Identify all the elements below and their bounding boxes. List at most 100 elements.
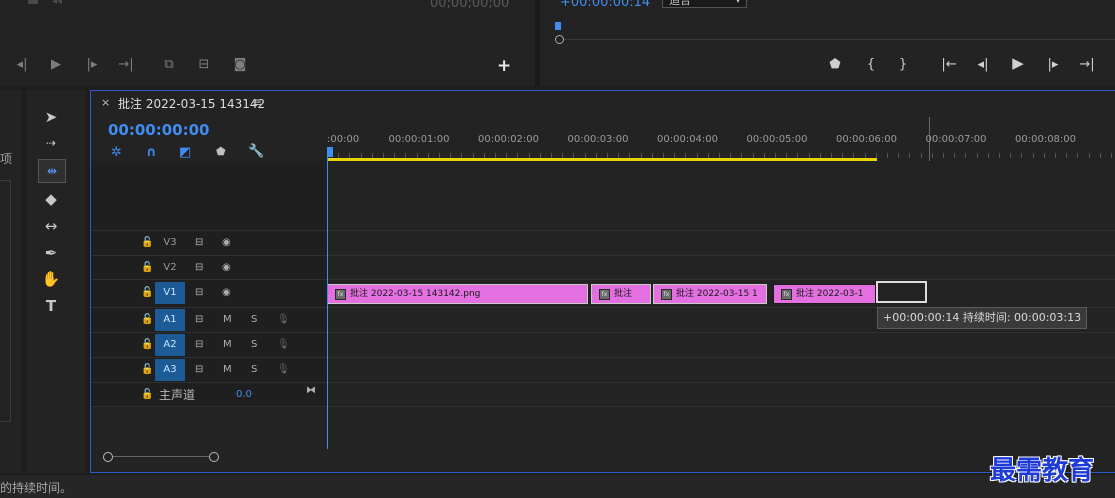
program-playhead-icon[interactable] <box>555 22 561 30</box>
close-icon[interactable]: × <box>101 96 110 109</box>
lock-icon[interactable]: 🔓 <box>141 383 153 407</box>
watermark-logo: 最需教育 <box>990 456 1095 486</box>
slip-tool-icon[interactable]: ↔ <box>38 215 64 237</box>
source-jog-icon[interactable]: ◂◂ <box>52 0 62 7</box>
export-frame-icon[interactable]: ◙ <box>229 58 251 72</box>
play-icon[interactable]: ▶ <box>1007 56 1029 71</box>
track-label-a3[interactable]: A3 <box>155 359 185 381</box>
fit-dropdown-value: 适合 <box>669 0 691 7</box>
track-label-v2[interactable]: V2 <box>155 257 185 279</box>
sync-lock-icon[interactable]: ⊟ <box>195 231 203 255</box>
track-row-v1: 🔓 V1 ⊟ ◉ fx 批注 2022-03-15 143142.png fx … <box>91 279 1115 306</box>
linked-selection-icon[interactable]: ◩ <box>179 145 191 160</box>
track-label-v1[interactable]: V1 <box>155 282 185 304</box>
add-marker-icon[interactable]: ⬟ <box>216 145 226 158</box>
clip[interactable]: fx 批注 2022-03-1 <box>773 284 876 304</box>
track-label-v3[interactable]: V3 <box>155 232 185 254</box>
mute-button[interactable]: M <box>223 308 232 332</box>
pen-tool-icon[interactable]: ✒ <box>38 242 64 264</box>
clip[interactable]: fx 批注 2022-03-15 143142.png <box>327 284 588 304</box>
fit-dropdown[interactable]: 适合 ▾ <box>662 0 747 8</box>
lock-icon[interactable]: 🔓 <box>141 231 153 255</box>
type-tool-icon[interactable]: T <box>38 295 64 317</box>
marker-icon[interactable]: ⬟ <box>824 58 846 72</box>
solo-button[interactable]: S <box>251 358 257 382</box>
track-select-tool-icon[interactable]: ⇢ <box>38 132 64 154</box>
mark-out-icon[interactable]: } <box>892 58 914 72</box>
zoom-scrollbar[interactable] <box>113 456 209 457</box>
selection-tool-icon[interactable]: ➤ <box>38 106 64 128</box>
go-to-in-icon[interactable]: |← <box>938 58 960 72</box>
mute-button[interactable]: M <box>223 333 232 357</box>
lock-icon[interactable]: 🔓 <box>141 333 153 357</box>
mark-in-icon[interactable]: ◂| <box>11 58 33 72</box>
mute-button[interactable]: M <box>223 358 232 382</box>
eye-icon[interactable]: ◉ <box>222 256 231 280</box>
step-back-icon[interactable]: ◂| <box>972 58 994 72</box>
go-to-end-icon[interactable]: ⧓ <box>306 379 316 403</box>
lock-icon[interactable]: 🔓 <box>141 281 153 305</box>
source-settings-icon[interactable] <box>28 0 38 4</box>
microphone-icon[interactable]: 🎙 <box>277 333 290 357</box>
panel-menu-icon[interactable]: ≡ <box>252 95 262 109</box>
mark-out-icon[interactable]: |▸ <box>81 58 103 72</box>
master-volume-value[interactable]: 0.0 <box>236 383 252 407</box>
microphone-icon[interactable]: 🎙 <box>277 308 290 332</box>
track-label-a1[interactable]: A1 <box>155 309 185 331</box>
zoom-handle-right[interactable] <box>209 452 219 462</box>
program-timecode[interactable]: +00:00:00:14 <box>560 0 650 10</box>
sync-lock-icon[interactable]: ⊟ <box>195 333 203 357</box>
source-timecode[interactable]: 00;00;00;00 <box>430 0 509 11</box>
program-zoom-handle[interactable] <box>555 35 564 44</box>
eye-icon[interactable]: ◉ <box>222 281 231 305</box>
playhead-line <box>327 157 328 449</box>
fx-badge: fx <box>335 289 346 300</box>
time-ruler[interactable]: :00:00 00:00:01:00 00:00:02:00 00:00:03:00 0… <box>327 91 1115 161</box>
ripple-edit-tool-icon[interactable]: ⇹ <box>38 159 66 183</box>
play-icon[interactable]: ▶ <box>45 58 67 72</box>
clip-label: 批注 2022-03-15 143142.png <box>350 289 481 299</box>
ruler-tick <box>909 153 911 158</box>
sync-lock-icon[interactable]: ⊟ <box>195 358 203 382</box>
clip[interactable]: fx 批注 2022-03-15 1 <box>653 284 767 304</box>
solo-button[interactable]: S <box>251 308 257 332</box>
eye-icon[interactable]: ◉ <box>222 231 231 255</box>
playhead-handle[interactable] <box>327 147 333 157</box>
ruler-tick <box>1021 153 1023 158</box>
current-timecode[interactable]: 00:00:00:00 <box>108 121 210 139</box>
work-area-bar[interactable] <box>327 158 877 161</box>
sync-lock-icon[interactable]: ⊟ <box>195 308 203 332</box>
ruler-label: 00:00:04:00 <box>657 134 719 145</box>
lock-icon[interactable]: 🔓 <box>141 358 153 382</box>
program-scrub-bar[interactable] <box>564 39 1115 40</box>
snap-icon[interactable]: ∩ <box>146 145 157 160</box>
sync-lock-icon[interactable]: ⊟ <box>195 256 203 280</box>
go-to-out-icon[interactable]: →| <box>1076 58 1098 72</box>
track-label-a2[interactable]: A2 <box>155 334 185 356</box>
wrench-icon[interactable]: 🔧 <box>248 144 264 159</box>
microphone-icon[interactable]: 🎙 <box>277 358 290 382</box>
insert-icon[interactable]: ⧉ <box>158 58 180 72</box>
hand-tool-icon[interactable]: ✋ <box>38 268 64 290</box>
razor-tool-icon[interactable]: ◆ <box>38 188 64 210</box>
ruler-tick <box>965 153 967 158</box>
add-button[interactable]: + <box>497 56 511 76</box>
zoom-handle-left[interactable] <box>103 452 113 462</box>
project-list-box[interactable] <box>0 180 11 422</box>
overwrite-icon[interactable]: ⊟ <box>193 58 215 72</box>
chevron-down-icon: ▾ <box>735 0 740 5</box>
ruler-tick <box>1099 153 1101 158</box>
sync-lock-icon[interactable]: ⊟ <box>195 281 203 305</box>
mark-in-icon[interactable]: { <box>860 58 882 72</box>
ruler-tick <box>887 153 888 158</box>
nest-icon[interactable]: ✲ <box>111 145 122 160</box>
lock-icon[interactable]: 🔓 <box>141 256 153 280</box>
go-to-out-icon[interactable]: →| <box>115 58 137 72</box>
lock-icon[interactable]: 🔓 <box>141 308 153 332</box>
clip[interactable]: fx 批注 <box>591 284 651 304</box>
fx-badge: fx <box>599 289 610 300</box>
ruler-tick <box>1088 153 1090 158</box>
step-forward-icon[interactable]: |▸ <box>1042 58 1064 72</box>
solo-button[interactable]: S <box>251 333 257 357</box>
sequence-tab-title[interactable]: 批注 2022-03-15 143142 <box>118 95 265 112</box>
